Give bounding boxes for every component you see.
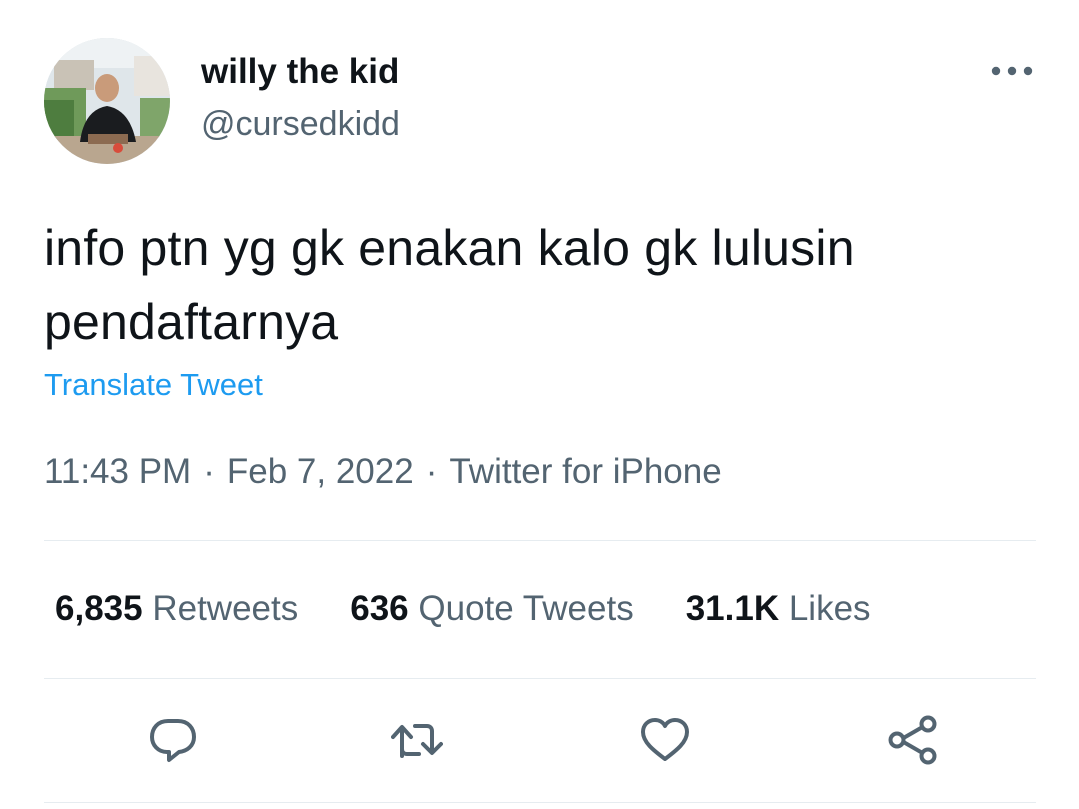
quote-tweets-stat[interactable]: 636 Quote Tweets [350, 586, 633, 632]
retweets-label: Retweets [152, 589, 299, 628]
likes-count: 31.1K [685, 589, 780, 628]
tweet-metadata: 11:43 PM · Feb 7, 2022 · Twitter for iPhone [44, 450, 722, 494]
retweet-button[interactable] [389, 712, 445, 768]
divider [44, 540, 1036, 541]
translate-tweet-link[interactable]: Translate Tweet [44, 365, 263, 405]
more-horizontal-icon [991, 66, 1033, 76]
tweet-text: info ptn yg gk enakan kalo gk lulusin pe… [44, 220, 855, 350]
share-button[interactable] [885, 712, 941, 768]
like-button[interactable] [637, 712, 693, 768]
separator: · [203, 452, 215, 491]
avatar-photo [44, 38, 170, 164]
tweet-stats: 6,835 Retweets 636 Quote Tweets 31.1K Li… [55, 586, 923, 632]
tweet-actions-bar [0, 712, 1079, 768]
likes-label: Likes [788, 589, 871, 628]
retweets-count: 6,835 [55, 589, 143, 628]
reply-icon [150, 719, 196, 762]
share-icon [888, 715, 937, 765]
more-options-button[interactable] [984, 52, 1040, 90]
retweets-stat[interactable]: 6,835 Retweets [55, 586, 298, 632]
quote-tweets-label: Quote Tweets [418, 589, 634, 628]
divider [44, 678, 1036, 679]
likes-stat[interactable]: 31.1K Likes [686, 586, 871, 632]
tweet-time[interactable]: 11:43 PM [44, 452, 191, 491]
separator: · [425, 452, 438, 491]
heart-icon [641, 718, 689, 761]
quote-tweets-count: 636 [350, 589, 409, 628]
tweet-source[interactable]: Twitter for iPhone [449, 452, 721, 491]
tweet-date[interactable]: Feb 7, 2022 [227, 452, 414, 491]
retweet-icon [391, 724, 443, 758]
avatar[interactable] [44, 38, 170, 164]
reply-button[interactable] [145, 712, 201, 768]
author-display-name[interactable]: willy the kid [201, 51, 399, 93]
author-handle[interactable]: @cursedkidd [201, 104, 400, 144]
divider [44, 802, 1036, 803]
